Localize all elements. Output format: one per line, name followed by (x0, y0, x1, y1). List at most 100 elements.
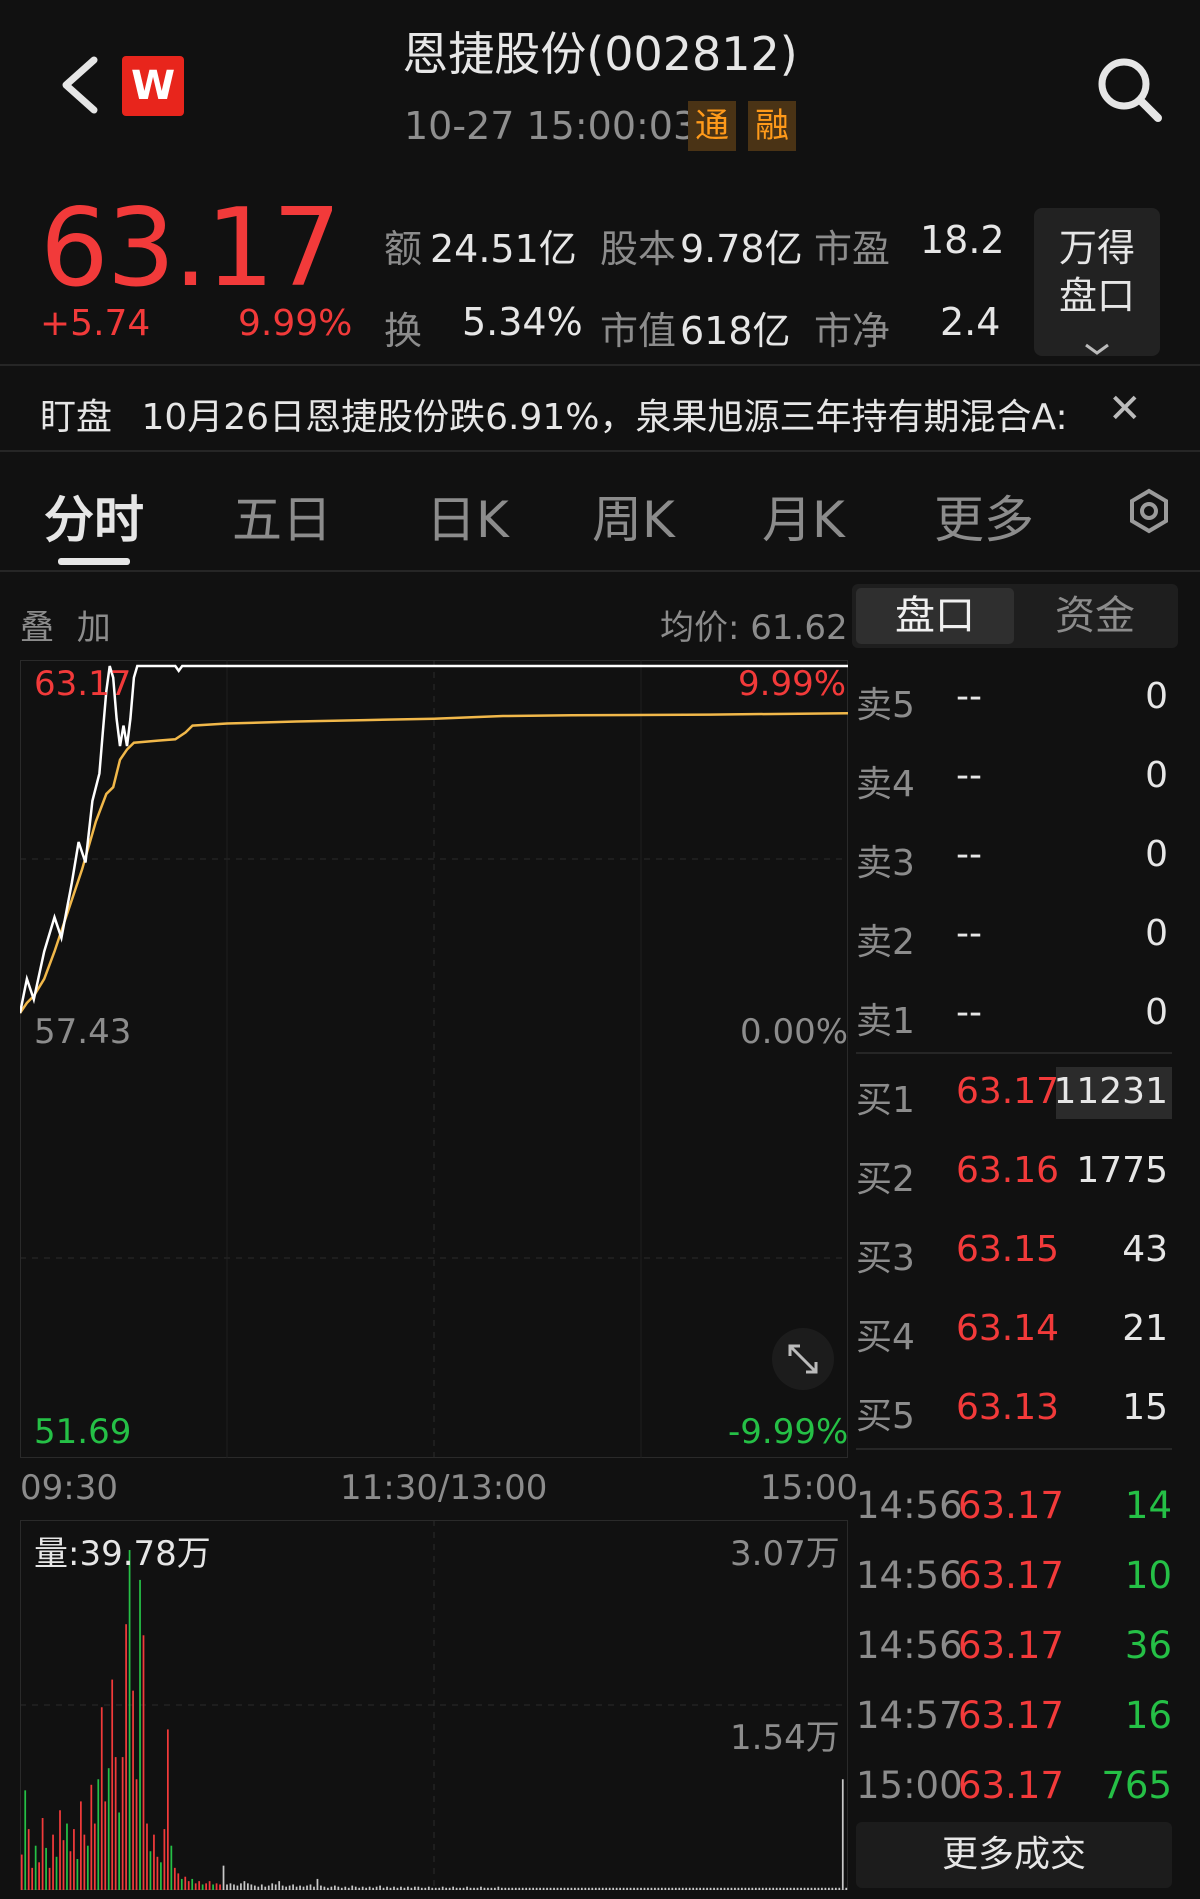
tab-more[interactable]: 更多 (934, 480, 1034, 552)
volume-bar (681, 1887, 684, 1890)
chart-grid (20, 660, 848, 1458)
volume-bar (76, 1858, 79, 1890)
volume-bar (55, 1856, 58, 1890)
wande-label: 万得 (1058, 226, 1135, 270)
tick-volume: 36 (1124, 1624, 1172, 1667)
volume-bar (128, 1550, 131, 1890)
volume-bar (80, 1801, 82, 1890)
volume-bar (333, 1885, 336, 1890)
volume-bar (824, 1887, 827, 1890)
volume-bar (414, 1886, 416, 1890)
segment-capital[interactable]: 资金 (1016, 588, 1174, 644)
tab-daily-k[interactable]: 日K (426, 480, 509, 552)
volume-bar (504, 1887, 507, 1890)
volume-bar (831, 1887, 834, 1890)
tab-intraday[interactable]: 分时 (44, 480, 144, 552)
tab-monthly-k[interactable]: 月K (762, 480, 845, 552)
volume-bar (734, 1887, 736, 1890)
search-icon[interactable] (1090, 50, 1170, 130)
tick-time: 15:00 (856, 1764, 963, 1807)
wind-logo-icon[interactable]: W (122, 56, 184, 116)
volume-bar (153, 1834, 155, 1890)
bid-label: 买4 (856, 1317, 915, 1358)
volume-bar (455, 1887, 458, 1890)
volume-bar (661, 1887, 663, 1890)
bid-row-2: 买2 63.16 1775 (856, 1150, 1168, 1210)
bid-label: 买5 (856, 1396, 915, 1437)
volume-bar (330, 1886, 333, 1890)
stat-label-shares: 股本 (600, 227, 677, 271)
price-change-pct: 9.99% (238, 303, 353, 344)
volume-bar (316, 1878, 319, 1890)
volume-bar (121, 1757, 124, 1890)
volume-bar (487, 1887, 489, 1890)
segment-order-book[interactable]: 盘口 (856, 588, 1014, 644)
volume-bar (187, 1881, 190, 1890)
volume-bar (841, 1779, 844, 1890)
volume-bar (240, 1883, 242, 1890)
volume-bar (445, 1887, 448, 1890)
volume-bar (511, 1887, 514, 1890)
volume-bar (699, 1887, 702, 1890)
volume-bar (720, 1887, 722, 1890)
volume-bar (267, 1885, 270, 1890)
alert-bar[interactable]: 盯盘 10月26日恩捷股份跌6.91%，泉果旭源三年持有期混合A: (40, 388, 1080, 440)
tick-row: 14:56 63.17 10 (856, 1554, 1172, 1610)
tab-five-day[interactable]: 五日 (232, 480, 332, 552)
tick-volume: 16 (1124, 1694, 1172, 1737)
volume-bar (650, 1887, 653, 1890)
volume-bar (160, 1862, 162, 1890)
tick-row: 15:00 63.17 765 (856, 1764, 1172, 1820)
volume-bar (45, 1847, 47, 1890)
panel-label: 盘口 (1058, 274, 1135, 318)
volume-bar (386, 1886, 388, 1890)
bid-row-5: 买5 63.13 15 (856, 1387, 1168, 1447)
ask-price: -- (956, 834, 982, 875)
close-icon[interactable]: ✕ (1108, 386, 1142, 432)
stat-label-pb: 市净 (814, 309, 891, 353)
volume-bar (615, 1887, 618, 1890)
volume-bars (20, 1550, 848, 1890)
volume-bar (494, 1887, 496, 1890)
volume-bar (730, 1887, 733, 1890)
more-trades-button[interactable]: 更多成交 (856, 1822, 1172, 1888)
volume-bar (90, 1784, 93, 1890)
volume-bar (667, 1887, 670, 1890)
volume-chart (20, 1520, 848, 1890)
expand-chart-button[interactable] (772, 1328, 834, 1390)
overlay-button[interactable]: 叠 加 (20, 600, 117, 649)
volume-bar (191, 1878, 194, 1890)
volume-bar (434, 1887, 437, 1890)
quote-datetime: 10-27 15:00:03 (404, 104, 698, 148)
stat-label-mktcap: 市值 (600, 309, 677, 353)
divider (0, 364, 1200, 366)
bid-price: 63.13 (956, 1387, 1060, 1428)
volume-bar (800, 1887, 802, 1890)
volume-bar (716, 1887, 719, 1890)
volume-bar (170, 1845, 173, 1890)
wande-panel-button[interactable]: 万得 盘口 (1034, 208, 1160, 356)
volume-bar (608, 1887, 611, 1890)
back-arrow-icon[interactable] (52, 50, 112, 120)
volume-max-label: 3.07万 (730, 1534, 840, 1574)
volume-bar (365, 1887, 368, 1890)
volume-bar (709, 1887, 712, 1890)
volume-bar (546, 1887, 548, 1890)
volume-bar (521, 1887, 524, 1890)
volume-bar (372, 1887, 374, 1890)
volume-bar (636, 1887, 639, 1890)
volume-bar (146, 1823, 148, 1890)
volume-bar (500, 1887, 503, 1890)
volume-bar (727, 1887, 729, 1890)
ask-row-4: 卖4 -- 0 (856, 755, 1168, 815)
volume-bar (114, 1757, 117, 1890)
volume-bar (135, 1779, 138, 1890)
average-price: 均价: 61.62 (660, 608, 848, 648)
settings-icon[interactable] (1126, 488, 1172, 534)
tick-row: 14:56 63.17 36 (856, 1624, 1172, 1680)
volume-bar (73, 1829, 75, 1890)
tab-weekly-k[interactable]: 周K (592, 480, 675, 552)
volume-bar (358, 1887, 361, 1890)
volume-bar (38, 1862, 40, 1890)
tick-volume: 14 (1124, 1484, 1172, 1527)
